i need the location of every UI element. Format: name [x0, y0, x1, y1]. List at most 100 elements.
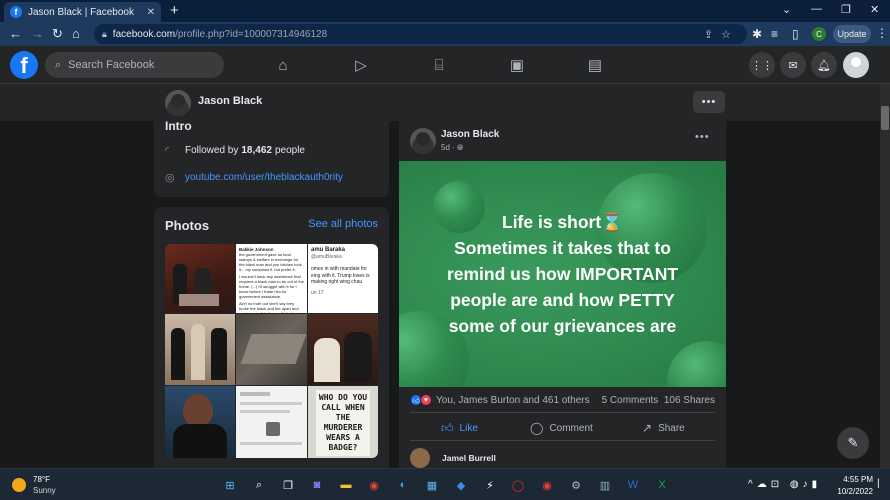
sun-icon[interactable]: [12, 478, 26, 492]
new-tab-button[interactable]: +: [170, 2, 179, 19]
notification-icon[interactable]: ▏: [878, 479, 884, 488]
page-scrollbar-thumb[interactable]: [881, 106, 889, 130]
photo-9-sign[interactable]: WHO DO YOU CALL WHEN THE MURDERER WEARS …: [308, 386, 378, 458]
menu-grid-icon[interactable]: ⋮⋮: [749, 52, 775, 78]
share-button[interactable]: ↗ Share: [642, 421, 685, 435]
commenter-name[interactable]: Jamel Burrell: [442, 453, 496, 463]
post-author-avatar[interactable]: [410, 128, 436, 154]
post-text: Life is short⌛ Sometimes it takes that t…: [399, 209, 726, 339]
post-timestamp[interactable]: 5d · 🌐︎: [441, 143, 463, 153]
weather-condition[interactable]: Sunny: [33, 486, 56, 495]
photo-8[interactable]: [236, 386, 307, 458]
photo-2-tweet[interactable]: Bakkie Johnson the government gave us fo…: [236, 244, 307, 313]
notifications-bell-icon[interactable]: 🔔︎: [811, 52, 837, 78]
page-scrollbar[interactable]: [880, 84, 890, 468]
file-explorer-icon[interactable]: ▬: [336, 475, 356, 495]
browser-tab[interactable]: f Jason Black | Facebook ✕: [4, 2, 161, 22]
intro-title: Intro: [165, 119, 192, 133]
account-avatar[interactable]: [843, 52, 869, 78]
clock-date[interactable]: 10/2/2022: [833, 487, 873, 496]
photo-6[interactable]: [308, 314, 378, 385]
profile-avatar-icon[interactable]: C: [812, 27, 826, 41]
search-icon[interactable]: ⌕: [249, 475, 269, 495]
edge-icon[interactable]: ◐: [393, 475, 413, 495]
address-bar[interactable]: 🔒︎ facebook.com/profile.php?id=100007314…: [94, 24, 747, 44]
post-text-line-4: people are and how PETTY: [450, 290, 675, 310]
messenger-icon[interactable]: ✉: [780, 52, 806, 78]
followed-suffix: people: [274, 145, 305, 156]
task-view-icon[interactable]: ❐: [278, 475, 298, 495]
excel-icon[interactable]: X: [652, 475, 672, 495]
post-more-button[interactable]: •••: [695, 131, 710, 143]
reactions-summary[interactable]: 👍︎ ♥ You, James Burton and 461 others: [410, 394, 590, 406]
word-icon[interactable]: W: [623, 475, 643, 495]
commenter-avatar[interactable]: [410, 448, 430, 468]
youtube-link[interactable]: youtube.com/user/theblackauth0rity: [185, 172, 343, 183]
photo-7[interactable]: [165, 386, 235, 458]
post-author-name[interactable]: Jason Black: [441, 129, 499, 140]
photo-1[interactable]: [165, 244, 235, 313]
close-window-button[interactable]: ✕: [870, 3, 879, 16]
home-nav-icon[interactable]: ⌂: [273, 55, 293, 75]
groups-nav-icon[interactable]: ▣: [507, 55, 527, 75]
watch-nav-icon[interactable]: ▷: [351, 55, 371, 75]
followed-count[interactable]: 18,462: [241, 145, 272, 156]
update-button[interactable]: Update: [833, 25, 871, 43]
browser-menu-icon[interactable]: ⋮: [876, 26, 888, 40]
compose-icon: ✎: [847, 435, 859, 450]
side-panel-icon[interactable]: ▯: [792, 27, 799, 41]
photo-5[interactable]: [236, 314, 307, 385]
photo-4[interactable]: [165, 314, 235, 385]
reload-icon[interactable]: ↻: [52, 26, 63, 42]
marketplace-nav-icon[interactable]: ⌸: [429, 55, 449, 75]
shares-count[interactable]: 106 Shares: [664, 395, 715, 406]
teams-chat-icon[interactable]: ◙: [307, 475, 327, 495]
profile-avatar[interactable]: [165, 90, 191, 116]
weather-temperature[interactable]: 78°F: [33, 475, 50, 484]
clock-time[interactable]: 4:55 PM: [833, 475, 873, 484]
comment-button[interactable]: ◯ Comment: [530, 421, 593, 435]
opera-icon[interactable]: ◯: [508, 475, 528, 495]
dropbox-icon[interactable]: ◆: [451, 475, 471, 495]
facebook-logo-icon[interactable]: f: [10, 51, 38, 79]
restore-button[interactable]: ❐: [841, 3, 851, 16]
system-tray-icons[interactable]: ^☁︎⊡ ◍♪▮: [748, 479, 821, 490]
globe-icon: 🌐︎: [457, 143, 464, 152]
tab-search-icon[interactable]: ⌄: [782, 3, 791, 16]
facebook-favicon-icon: f: [10, 6, 22, 18]
photo-3-tweet[interactable]: amu Baraka @amuBaraka omes in with manda…: [308, 244, 378, 313]
extensions-icon[interactable]: ✱: [752, 27, 762, 41]
settings-icon[interactable]: ⚙︎: [566, 475, 586, 495]
app-icon[interactable]: ⚡︎: [480, 475, 500, 495]
windows-taskbar: 78°F Sunny ⊞ ⌕ ❐ ◙ ▬ ◉ ◐ ▦ ◆ ⚡︎ ◯ ◉ ⚙︎ ▥…: [0, 468, 890, 500]
home-icon[interactable]: ⌂: [72, 26, 80, 41]
divider: [410, 440, 715, 441]
new-message-button[interactable]: ✎: [837, 427, 869, 459]
tweet1-text2: I wouldn't back any assistance that requ…: [239, 274, 304, 299]
reading-list-icon[interactable]: ≡: [771, 27, 778, 41]
like-button[interactable]: 👍︎ Like: [441, 421, 478, 436]
post-text-line-5: some of our grievances are: [448, 316, 677, 336]
share-star-icons[interactable]: ⇪☆: [704, 28, 739, 41]
chrome-icon[interactable]: ◉: [364, 475, 384, 495]
minimize-button[interactable]: —: [811, 3, 822, 15]
windows-start-icon[interactable]: ⊞: [220, 475, 240, 495]
post-image[interactable]: Life is short⌛ Sometimes it takes that t…: [399, 161, 726, 387]
gaming-nav-icon[interactable]: ▤: [585, 55, 605, 75]
store-icon[interactable]: ▦: [422, 475, 442, 495]
profile-name[interactable]: Jason Black: [198, 95, 262, 107]
sign-text: WHO DO YOU CALL WHEN THE MURDERER WEARS …: [316, 390, 370, 456]
back-arrow-icon[interactable]: ←: [9, 26, 22, 41]
see-all-photos-link[interactable]: See all photos: [308, 218, 378, 230]
ball-4: [667, 341, 726, 387]
calculator-icon[interactable]: ▥: [595, 475, 615, 495]
comment-icon: ◯: [530, 421, 544, 435]
tweet2-date: un 17: [311, 289, 324, 296]
chrome-icon-2[interactable]: ◉: [537, 475, 557, 495]
share-icon: ↗: [642, 421, 653, 435]
forward-arrow-icon[interactable]: →: [31, 26, 44, 41]
search-input[interactable]: ⌕ Search Facebook: [45, 52, 224, 78]
tab-close-icon[interactable]: ✕: [147, 7, 155, 18]
profile-more-button[interactable]: •••: [693, 91, 725, 113]
comments-count[interactable]: 5 Comments: [602, 395, 659, 406]
